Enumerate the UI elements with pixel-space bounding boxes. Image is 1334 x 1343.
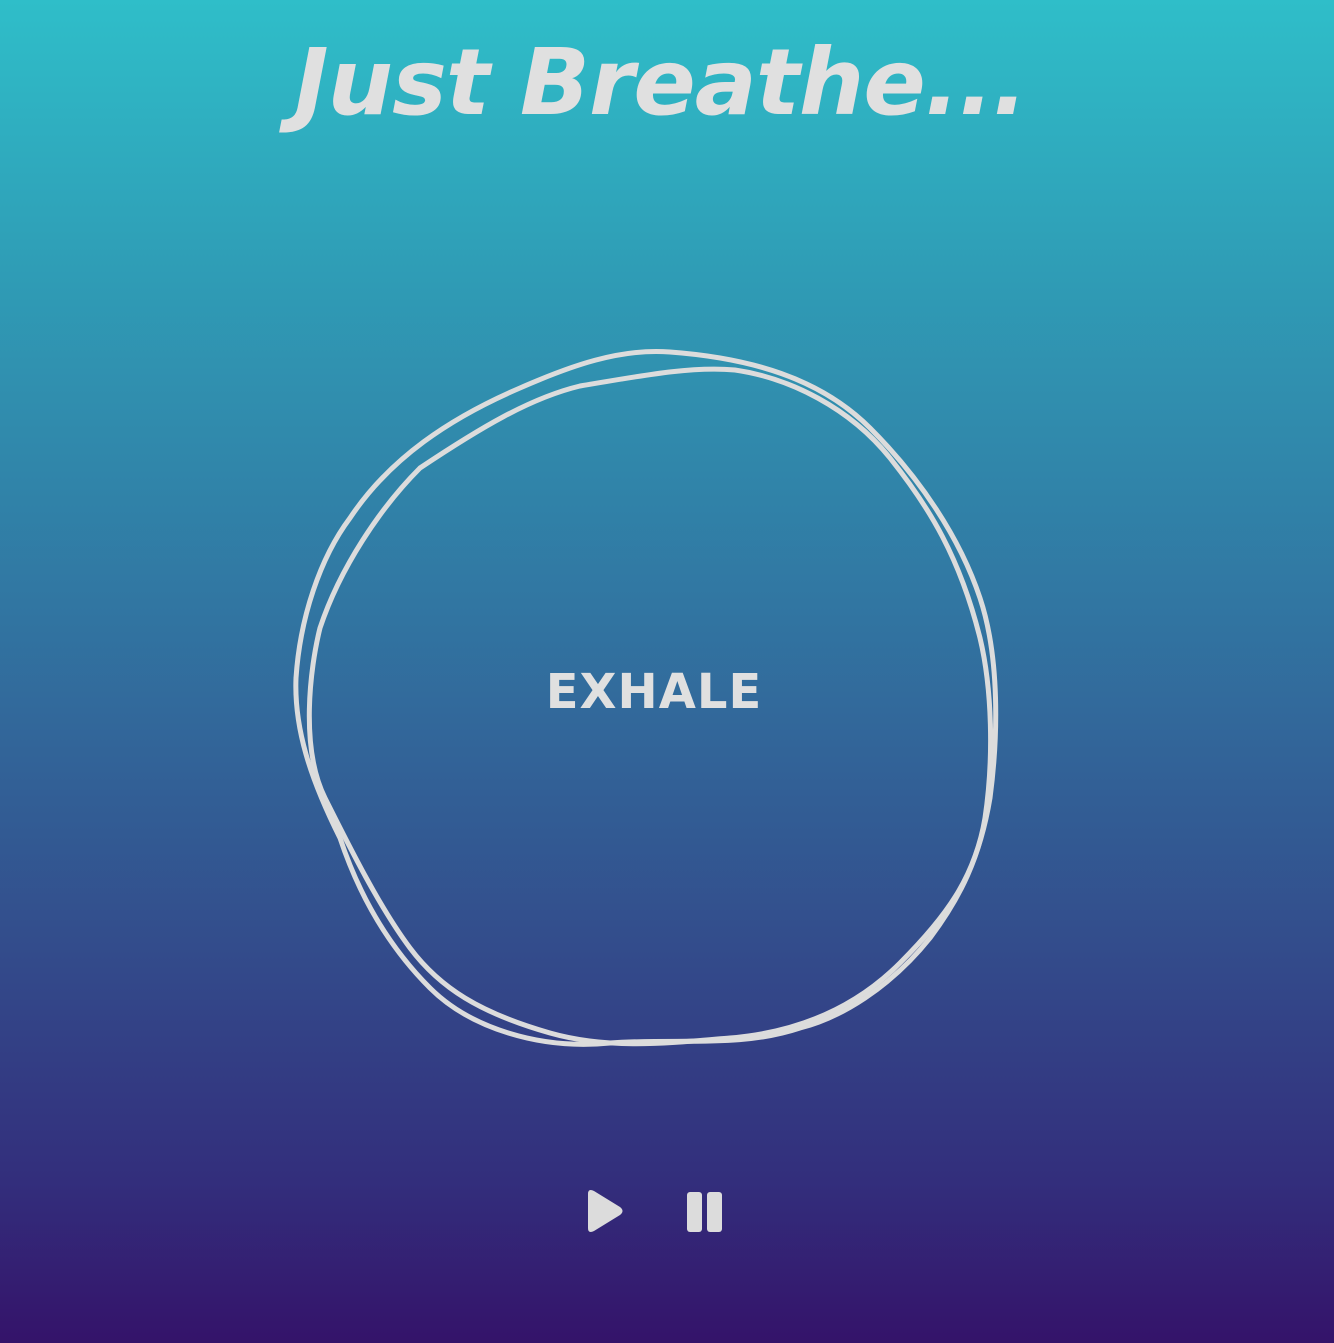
page-title: Just Breathe... bbox=[294, 29, 1027, 136]
pause-button[interactable] bbox=[676, 1184, 736, 1240]
play-button[interactable] bbox=[576, 1184, 636, 1240]
play-icon bbox=[588, 1190, 623, 1232]
player-controls bbox=[576, 1184, 746, 1244]
pause-icon bbox=[687, 1192, 722, 1232]
breath-phase-label: EXHALE bbox=[545, 664, 763, 720]
